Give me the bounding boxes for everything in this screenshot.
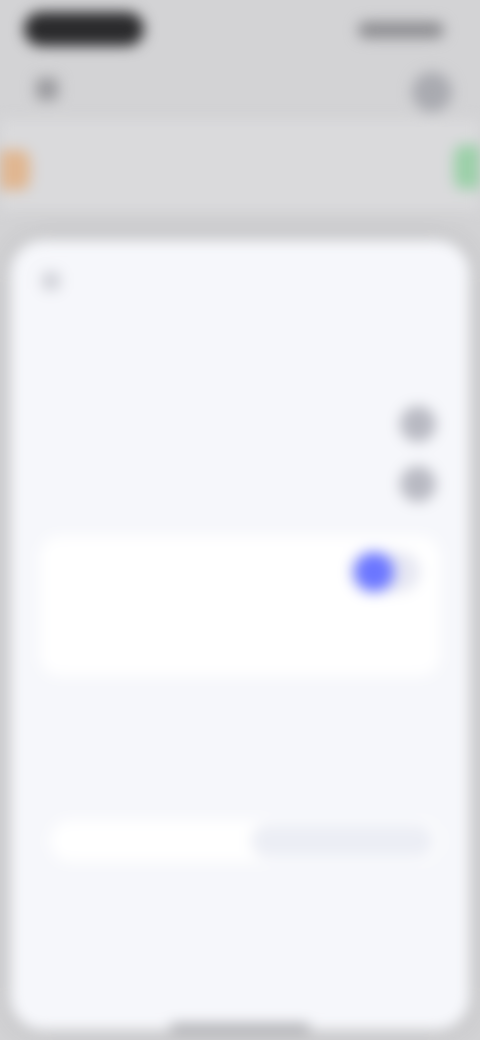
avatar[interactable] (412, 72, 452, 112)
right-accent-chip (454, 145, 480, 189)
home-indicator (170, 1024, 310, 1030)
back-icon[interactable] (36, 78, 58, 100)
background-strip (0, 120, 480, 210)
close-icon[interactable] (42, 272, 60, 290)
segment-option-2[interactable] (251, 824, 434, 858)
dynamic-island (24, 12, 144, 46)
toggle-knob (354, 552, 394, 592)
row-1-action-button[interactable] (400, 406, 436, 442)
blurred-content (0, 0, 480, 1040)
status-indicators (358, 22, 444, 38)
screen (0, 0, 480, 1040)
segment-option-1[interactable] (50, 820, 245, 862)
left-accent-chip (0, 150, 30, 190)
row-2-action-button[interactable] (400, 466, 436, 502)
feature-toggle[interactable] (350, 552, 420, 592)
app-bar (0, 60, 480, 120)
settings-sheet (10, 240, 470, 1030)
segmented-control (50, 820, 440, 862)
status-bar (0, 0, 480, 60)
feature-card (40, 536, 440, 676)
